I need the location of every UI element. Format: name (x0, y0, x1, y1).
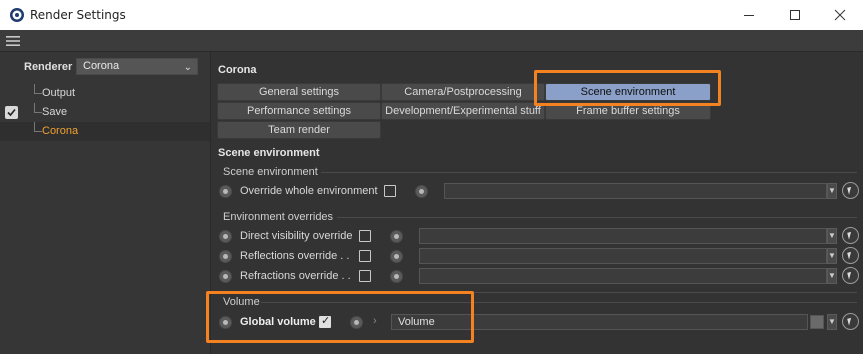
section-title: Scene environment (218, 147, 320, 159)
tree-item-save[interactable]: Save (0, 103, 210, 122)
tree-item-corona[interactable]: Corona (0, 122, 210, 141)
render-settings-window: Render Settings Renderer Corona ⌄ Output (0, 0, 863, 354)
direct-visibility-override-field[interactable] (419, 228, 827, 244)
renderer-label: Renderer (24, 61, 73, 73)
tab-team-render[interactable]: Team render (217, 121, 381, 139)
chevron-down-icon[interactable]: ▼ (827, 228, 837, 244)
group-divider (217, 292, 857, 293)
tree-branch-line (34, 103, 42, 113)
reflections-override-checkbox[interactable] (359, 250, 371, 262)
chevron-down-icon[interactable]: ▼ (827, 248, 837, 264)
minimize-icon (744, 15, 754, 16)
title-bar: Render Settings (0, 0, 863, 30)
animate-keyframe-icon[interactable] (415, 185, 428, 198)
tree-item-label: Output (42, 87, 76, 99)
chevron-down-icon[interactable]: ▼ (827, 314, 837, 330)
object-picker-icon[interactable] (842, 227, 859, 244)
reflections-override-field[interactable] (419, 248, 827, 264)
animate-keyframe-icon[interactable] (219, 250, 232, 263)
maximize-icon (790, 10, 800, 20)
group-divider (321, 172, 857, 173)
group-label-scene-environment: Scene environment (223, 166, 318, 178)
menu-strip (0, 30, 863, 52)
tab-scene-environment[interactable]: Scene environment (545, 83, 711, 101)
refractions-override-field[interactable] (419, 268, 827, 284)
animate-keyframe-icon[interactable] (219, 185, 232, 198)
override-whole-environment-label: Override whole environment (240, 185, 378, 197)
panel-title: Corona (218, 64, 257, 76)
global-volume-checkbox[interactable] (319, 314, 331, 328)
tab-camera-postprocessing[interactable]: Camera/Postprocessing (381, 83, 545, 101)
group-divider (261, 302, 857, 303)
checkmark-icon (7, 108, 16, 117)
material-preview-swatch (810, 315, 824, 329)
close-icon (834, 9, 846, 21)
renderer-dropdown-value: Corona (83, 60, 120, 72)
global-volume-field[interactable]: Volume (391, 314, 808, 330)
minimize-button[interactable] (726, 0, 772, 30)
settings-tree-panel: Renderer Corona ⌄ Output Save Corona (0, 52, 210, 354)
tree-item-label: Corona (42, 125, 79, 137)
save-enabled-checkbox[interactable] (5, 106, 18, 119)
tab-development-experimental[interactable]: Development/Experimental stuff (381, 102, 545, 120)
group-label-environment-overrides: Environment overrides (223, 211, 334, 223)
object-picker-icon[interactable] (842, 313, 859, 330)
animate-keyframe-icon[interactable] (219, 316, 232, 329)
animate-keyframe-icon[interactable] (350, 316, 363, 329)
animate-keyframe-icon[interactable] (219, 230, 232, 243)
tree-branch-line (34, 84, 42, 94)
override-whole-environment-checkbox[interactable] (384, 185, 396, 197)
tab-frame-buffer-settings[interactable]: Frame buffer settings (545, 102, 711, 120)
chevron-right-icon[interactable]: › (373, 315, 377, 327)
renderer-dropdown[interactable]: Corona ⌄ (76, 58, 198, 75)
corona-settings-panel: Corona General settings Camera/Postproce… (211, 52, 863, 354)
tree-item-label: Save (42, 106, 68, 118)
group-divider (337, 217, 857, 218)
animate-keyframe-icon[interactable] (219, 270, 232, 283)
tab-general-settings[interactable]: General settings (217, 83, 381, 101)
refractions-override-label: Refractions override . . (240, 270, 351, 282)
object-picker-icon[interactable] (842, 182, 859, 199)
reflections-override-label: Reflections override . . (240, 250, 350, 262)
chevron-down-icon[interactable]: ▼ (827, 268, 837, 284)
animate-keyframe-icon[interactable] (390, 250, 403, 263)
override-whole-environment-field[interactable] (444, 183, 827, 199)
tree-item-output[interactable]: Output (0, 84, 210, 103)
tree-branch-line (34, 122, 42, 132)
tab-performance-settings[interactable]: Performance settings (217, 102, 381, 120)
close-button[interactable] (817, 0, 863, 30)
window-title: Render Settings (30, 8, 126, 22)
object-picker-icon[interactable] (842, 267, 859, 284)
cinema4d-app-icon (10, 8, 24, 22)
direct-visibility-override-checkbox[interactable] (359, 230, 371, 242)
chevron-down-icon[interactable]: ▼ (827, 183, 837, 199)
direct-visibility-override-label: Direct visibility override (240, 230, 353, 242)
animate-keyframe-icon[interactable] (390, 230, 403, 243)
object-picker-icon[interactable] (842, 247, 859, 264)
maximize-button[interactable] (772, 0, 818, 30)
group-label-volume: Volume (223, 296, 260, 308)
refractions-override-checkbox[interactable] (359, 270, 371, 282)
global-volume-label: Global volume (240, 316, 316, 328)
animate-keyframe-icon[interactable] (390, 270, 403, 283)
hamburger-menu-icon[interactable] (6, 35, 20, 47)
chevron-down-icon: ⌄ (183, 62, 192, 73)
